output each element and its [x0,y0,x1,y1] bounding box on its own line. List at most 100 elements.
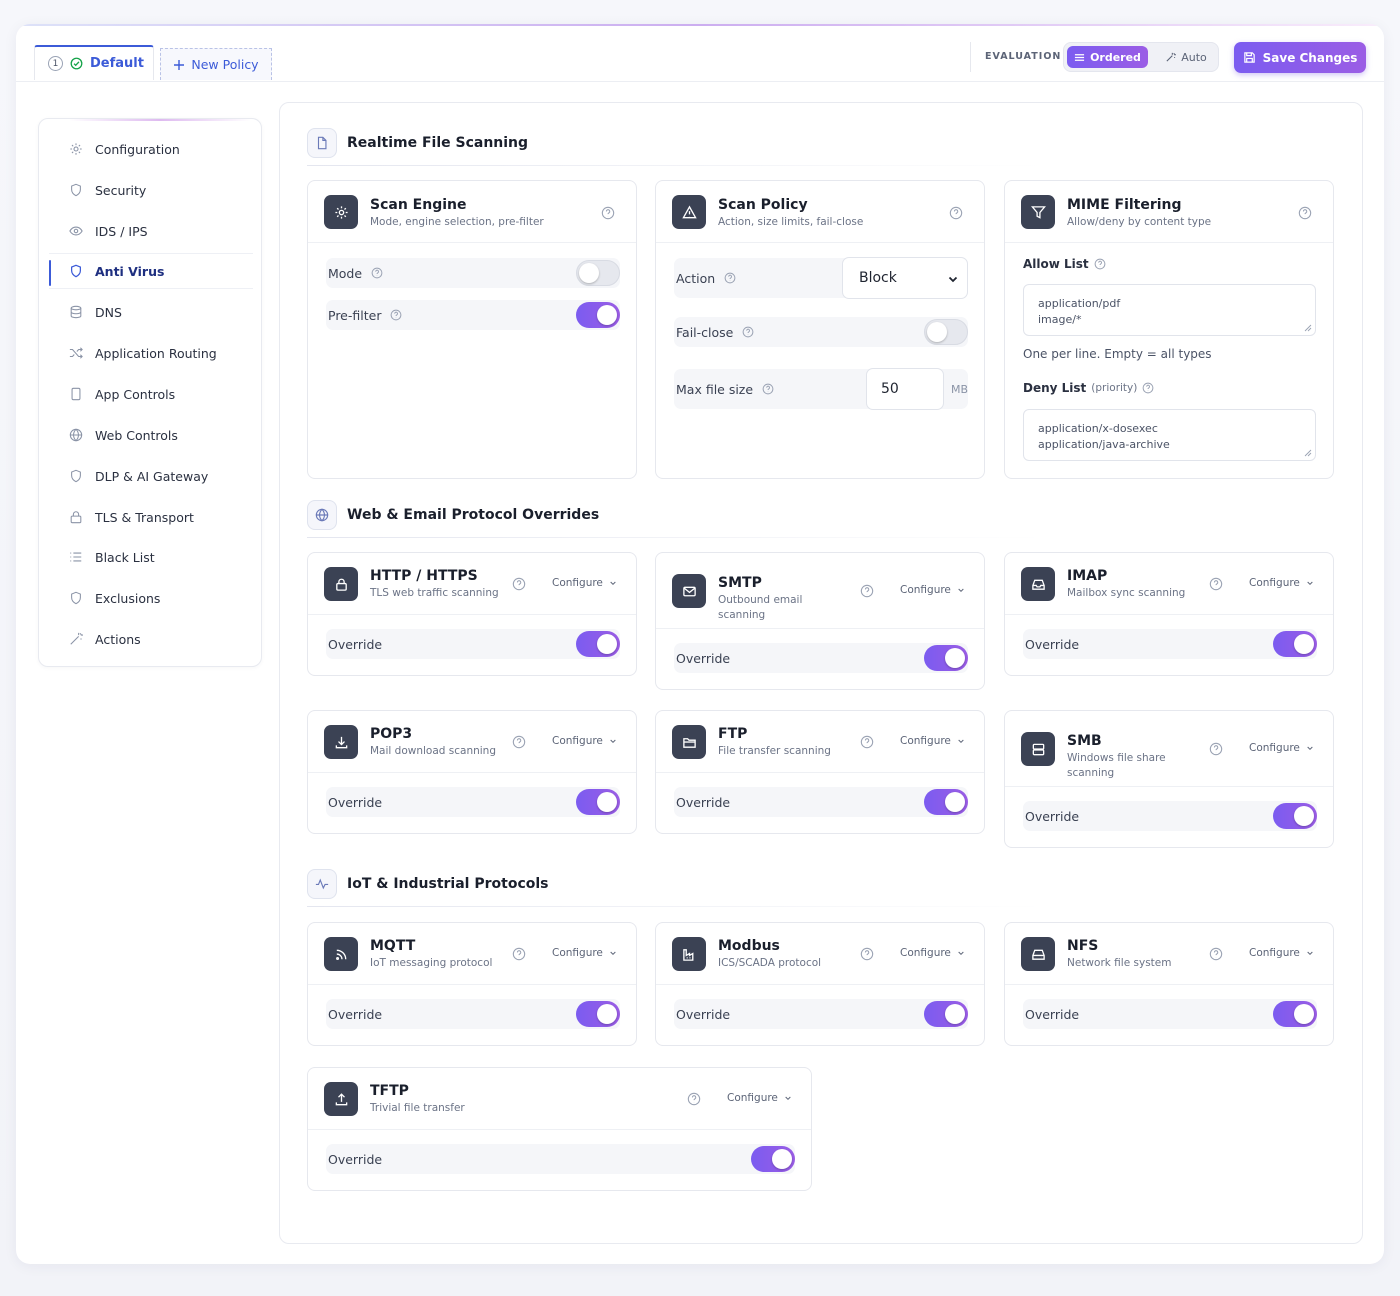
deny-list-textarea[interactable]: application/x-dosexec application/java-a… [1023,409,1316,461]
card-subtitle: Action, size limits, fail-close [718,216,864,228]
section-iot-header: IoT & Industrial Protocols [307,868,549,900]
section-title: IoT & Industrial Protocols [347,876,549,892]
harddrive-icon [1021,937,1055,971]
evaluation-auto-option[interactable]: Auto [1156,46,1216,68]
help-icon[interactable] [1094,258,1106,270]
configure-button[interactable]: Configure [900,735,965,747]
allow-list-label: Allow List [1023,257,1106,271]
wand-icon [1166,52,1177,62]
help-icon[interactable] [742,326,754,338]
help-icon[interactable] [860,947,874,961]
override-toggle[interactable] [751,1146,795,1172]
configure-button[interactable]: Configure [1249,947,1314,959]
sidebar-item-black-list[interactable]: Black List [49,539,253,575]
override-toggle[interactable] [924,789,968,815]
gear-icon [324,195,358,229]
sidebar-item-tls-transport[interactable]: TLS & Transport [49,499,253,535]
override-toggle[interactable] [576,1001,620,1027]
help-icon[interactable] [512,577,526,591]
help-icon[interactable] [724,272,736,284]
help-icon[interactable] [762,383,774,395]
override-toggle[interactable] [1273,803,1317,829]
configure-button[interactable]: Configure [900,584,965,596]
evaluation-toggle: Ordered Auto [1063,42,1219,72]
sidebar-item-app-controls[interactable]: App Controls [49,376,253,412]
help-icon[interactable] [1209,577,1223,591]
mime-filtering-card: MIME Filtering Allow/deny by content typ… [1004,180,1334,479]
save-icon [1243,52,1255,63]
evaluation-ordered-option[interactable]: Ordered [1067,46,1148,68]
card-title: MIME Filtering [1067,197,1182,213]
section-divider [307,165,1045,166]
override-row: Override [326,629,620,659]
override-toggle[interactable] [1273,631,1317,657]
mode-row: Mode [326,258,620,288]
help-icon[interactable] [390,309,402,321]
configure-button[interactable]: Configure [552,735,617,747]
top-bar: 1 Default New Policy EVALUATION Ordered … [16,24,1384,82]
override-toggle[interactable] [924,645,968,671]
override-toggle[interactable] [576,631,620,657]
help-icon[interactable] [1209,742,1223,756]
configure-button[interactable]: Configure [1249,742,1314,754]
allow-list-hint: One per line. Empty = all types [1023,347,1212,361]
help-icon[interactable] [1209,947,1223,961]
sidebar-item-actions[interactable]: Actions [49,621,253,657]
fail-close-toggle[interactable] [924,319,968,345]
resize-grip-icon[interactable] [1304,324,1312,332]
help-icon[interactable] [860,584,874,598]
tab-label: Default [90,56,144,71]
configure-button[interactable]: Configure [900,947,965,959]
allow-list-textarea[interactable]: application/pdf image/* [1023,284,1316,336]
sidebar-item-application-routing[interactable]: Application Routing [49,335,253,371]
tab-default[interactable]: 1 Default [34,45,154,80]
upload-icon [324,1082,358,1116]
sidebar-item-configuration[interactable]: Configuration [49,131,253,167]
nfs-card: NFS Network file system Configure Overri… [1004,922,1334,1046]
configure-button[interactable]: Configure [727,1092,792,1104]
rss-icon [324,937,358,971]
sidebar-item-ids-ips[interactable]: IDS / IPS [49,213,253,249]
help-icon[interactable] [687,1092,701,1106]
configure-button[interactable]: Configure [552,947,617,959]
sidebar-item-dns[interactable]: DNS [49,294,253,330]
configure-button[interactable]: Configure [552,577,617,589]
chevron-down-icon [785,1096,791,1101]
help-icon[interactable] [860,735,874,749]
gear-icon [70,143,82,155]
configure-button[interactable]: Configure [1249,577,1314,589]
factory-icon [672,937,706,971]
help-icon[interactable] [1298,206,1312,220]
override-toggle[interactable] [1273,1001,1317,1027]
help-icon[interactable] [601,206,615,220]
sidebar-item-exclusions[interactable]: Exclusions [49,580,253,616]
pre-filter-toggle[interactable] [576,302,620,328]
card-subtitle: Mailbox sync scanning [1067,587,1186,599]
pop3-card: POP3 Mail download scanning Configure Ov… [307,710,637,834]
scan-policy-card: Scan Policy Action, size limits, fail-cl… [655,180,985,479]
sidebar-item-security[interactable]: Security [49,172,253,208]
save-changes-button[interactable]: Save Changes [1234,42,1366,73]
help-icon[interactable] [949,206,963,220]
help-icon[interactable] [1142,382,1154,394]
divider [970,42,971,72]
new-policy-tab[interactable]: New Policy [160,48,272,80]
list-icon [1074,53,1085,61]
resize-grip-icon[interactable] [1304,449,1312,457]
download-icon [324,725,358,759]
card-subtitle: Mail download scanning [370,745,496,757]
override-toggle[interactable] [576,789,620,815]
chevron-down-icon [610,739,616,744]
max-file-size-input[interactable]: 50 [866,368,944,410]
help-icon[interactable] [512,947,526,961]
help-icon[interactable] [512,735,526,749]
section-title: Realtime File Scanning [347,135,529,151]
sidebar-item-dlp-ai-gateway[interactable]: DLP & AI Gateway [49,458,253,494]
override-toggle[interactable] [924,1001,968,1027]
section-realtime-header: Realtime File Scanning [307,127,528,159]
sidebar-item-anti-virus[interactable]: Anti Virus [49,253,253,289]
sidebar-item-web-controls[interactable]: Web Controls [49,417,253,453]
mode-toggle[interactable] [576,260,620,286]
action-select[interactable]: Block [842,257,968,299]
help-icon[interactable] [371,267,383,279]
